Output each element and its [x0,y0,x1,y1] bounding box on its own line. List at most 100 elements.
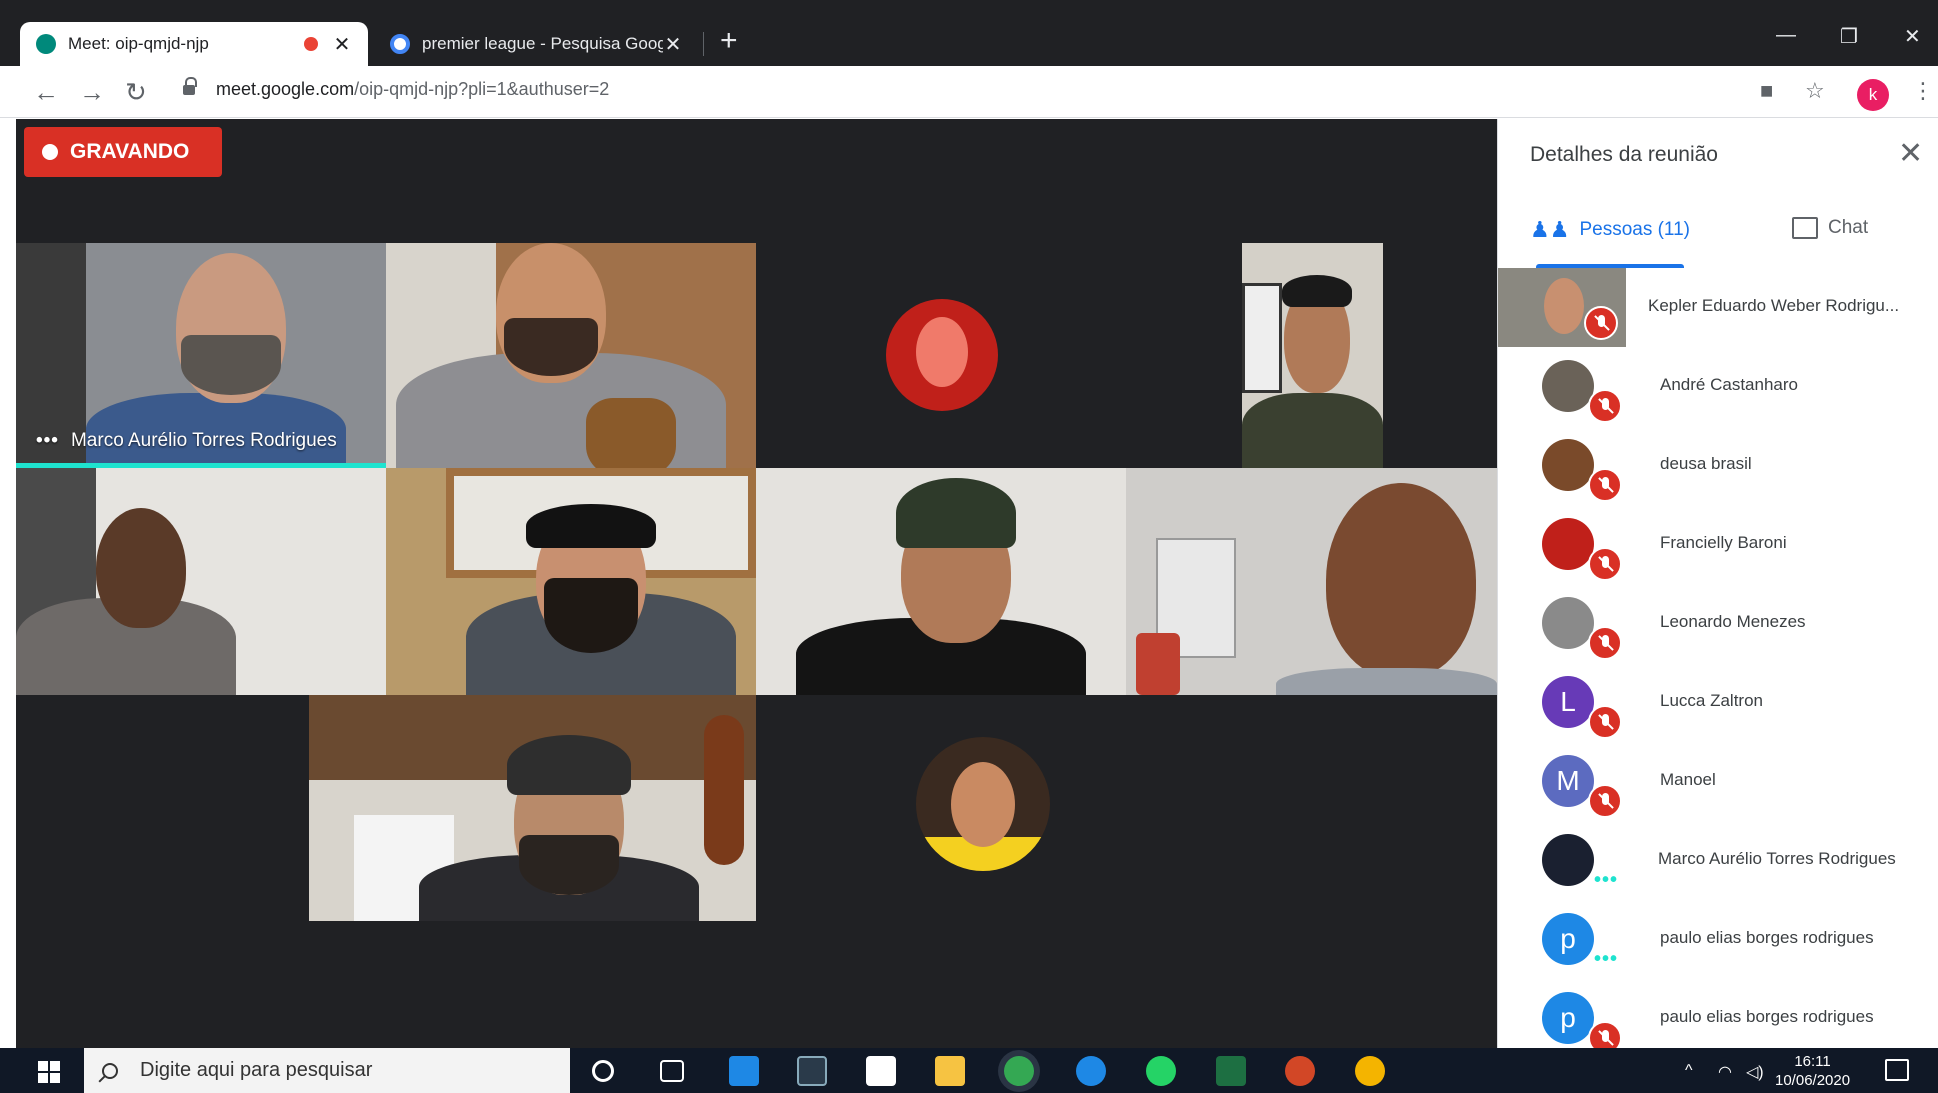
new-tab-button[interactable]: + [720,26,738,56]
video-stage: GRAVANDO ••• Marco Aurélio Torres Rodrig… [16,119,1497,1048]
store-icon[interactable] [866,1056,896,1086]
clock-date: 10/06/2020 [1775,1072,1851,1089]
participant-row[interactable]: p paulo elias borges rodrigues [1498,979,1938,1048]
participant-row[interactable]: André Castanharo [1498,347,1938,426]
muted-mic-icon [1588,389,1622,423]
participant-avatar [1542,360,1594,412]
speaking-dots-icon: ••• [1594,869,1619,891]
participant-row[interactable]: Francielly Baroni [1498,505,1938,584]
taskbar-clock[interactable]: 16:11 10/06/2020 [1775,1052,1850,1090]
participant-row[interactable]: ••• Marco Aurélio Torres Rodrigues [1498,821,1938,900]
video-tile[interactable] [756,468,1126,695]
meeting-details-panel: Detalhes da reunião ✕ ♟♟ Pessoas (11) Ch… [1497,119,1938,1048]
video-tile[interactable] [386,468,756,695]
restore-icon[interactable]: ❐ [1840,24,1858,49]
muted-mic-icon [1588,705,1622,739]
vpn-icon[interactable] [1355,1056,1385,1086]
speaking-dots-icon: ••• [1594,948,1619,970]
participant-row[interactable]: p ••• paulo elias borges rodrigues [1498,900,1938,979]
powerpoint-icon[interactable] [1285,1056,1315,1086]
search-placeholder: Digite aqui para pesquisar [140,1059,373,1081]
chrome-icon[interactable] [1004,1056,1034,1086]
excel-icon[interactable] [1216,1056,1246,1086]
url-path: /oip-qmjd-njp?pli=1&authuser=2 [354,79,610,99]
participant-row[interactable]: M Manoel [1498,742,1938,821]
more-options-icon[interactable]: ••• [36,430,59,452]
cortana-icon[interactable] [592,1060,614,1082]
muted-mic-icon [1588,547,1622,581]
participant-name: Kepler Eduardo Weber Rodrigu... [1648,296,1900,315]
minimize-icon[interactable]: — [1776,24,1796,47]
participant-avatar [1542,834,1594,886]
participant-name: Francielly Baroni [1660,533,1787,552]
tab-people[interactable]: ♟♟ Pessoas (11) [1530,217,1690,243]
video-tile[interactable] [309,695,756,921]
tab-meet[interactable]: Meet: oip-qmjd-njp ✕ [20,22,368,66]
participant-name: paulo elias borges rodrigues [1660,1007,1874,1026]
participant-row[interactable]: Kepler Eduardo Weber Rodrigu... [1498,268,1938,347]
browser-tab-bar: Meet: oip-qmjd-njp ✕ premier league - Pe… [0,0,1938,66]
back-icon[interactable]: ← [33,76,59,108]
active-speaker-name: Marco Aurélio Torres Rodrigues [70,430,337,451]
profile-avatar[interactable]: k [1857,79,1889,111]
participant-name: Lucca Zaltron [1660,691,1763,710]
chat-icon [1792,217,1818,239]
participant-name: Manoel [1660,770,1716,789]
participant-avatar: L [1542,676,1594,728]
address-bar[interactable]: meet.google.com/oip-qmjd-njp?pli=1&authu… [216,79,609,100]
bookmark-star-icon[interactable]: ☆ [1805,78,1825,104]
video-tile[interactable] [16,468,386,695]
search-icon [102,1062,118,1079]
show-hidden-icons-icon[interactable]: ^ [1685,1062,1693,1080]
participant-name-label: ••• Marco Aurélio Torres Rodrigues [36,430,337,452]
camera-icon[interactable]: ■ [1760,78,1773,104]
participant-avatar [1542,518,1594,570]
whatsapp-icon[interactable] [1146,1056,1176,1086]
volume-icon[interactable]: ◁) [1746,1062,1764,1082]
participant-name: Leonardo Menezes [1660,612,1806,631]
close-tab-icon[interactable]: ✕ [332,32,352,57]
video-tile-avatar[interactable] [756,243,1236,468]
tab-chat[interactable]: Chat [1792,217,1868,239]
close-panel-icon[interactable]: ✕ [1898,139,1923,169]
participant-avatar: p [1542,992,1594,1044]
video-tile[interactable] [1126,468,1497,695]
panel-title: Detalhes da reunião [1530,143,1718,166]
participant-row[interactable]: deusa brasil [1498,426,1938,505]
windows-taskbar: Digite aqui para pesquisar ^ ◠ ◁) 16:11 … [0,1048,1938,1093]
edge-icon[interactable] [1076,1056,1106,1086]
participant-row[interactable]: L Lucca Zaltron [1498,663,1938,742]
participant-name: Marco Aurélio Torres Rodrigues [1658,849,1896,868]
windows-start-icon[interactable] [38,1061,60,1083]
mail-icon[interactable] [729,1056,759,1086]
forward-icon[interactable]: → [79,76,105,108]
file-explorer-icon[interactable] [935,1056,965,1086]
video-tile[interactable] [386,243,756,468]
app-icon[interactable] [797,1056,827,1086]
browser-menu-icon[interactable]: ⋮ [1912,78,1934,104]
tab-chat-label: Chat [1828,217,1869,238]
google-favicon-icon [390,34,410,54]
network-icon[interactable]: ◠ [1718,1062,1732,1082]
taskbar-search-input[interactable]: Digite aqui para pesquisar [84,1048,570,1093]
task-view-icon[interactable] [660,1060,684,1082]
video-tile[interactable] [1242,243,1383,468]
video-tile-avatar[interactable] [756,695,1206,921]
tab-title: premier league - Pesquisa Googl [422,34,663,53]
notifications-icon[interactable] [1885,1059,1909,1081]
close-window-icon[interactable]: ✕ [1904,24,1921,49]
participant-avatar [916,737,1050,871]
participant-avatar: p [1542,913,1594,965]
muted-mic-icon [1588,626,1622,660]
participant-avatar [886,299,998,411]
browser-toolbar: ← → ↻ meet.google.com/oip-qmjd-njp?pli=1… [0,66,1938,118]
reload-icon[interactable]: ↻ [125,76,147,108]
muted-mic-icon [1588,784,1622,818]
participant-name: deusa brasil [1660,454,1752,473]
meet-favicon-icon [36,34,56,54]
participant-row[interactable]: Leonardo Menezes [1498,584,1938,663]
close-tab-icon[interactable]: ✕ [663,32,683,57]
video-tile-active-speaker[interactable]: ••• Marco Aurélio Torres Rodrigues [16,243,386,468]
participant-avatar: M [1542,755,1594,807]
tab-google-search[interactable]: premier league - Pesquisa Googl ✕ [374,22,699,66]
